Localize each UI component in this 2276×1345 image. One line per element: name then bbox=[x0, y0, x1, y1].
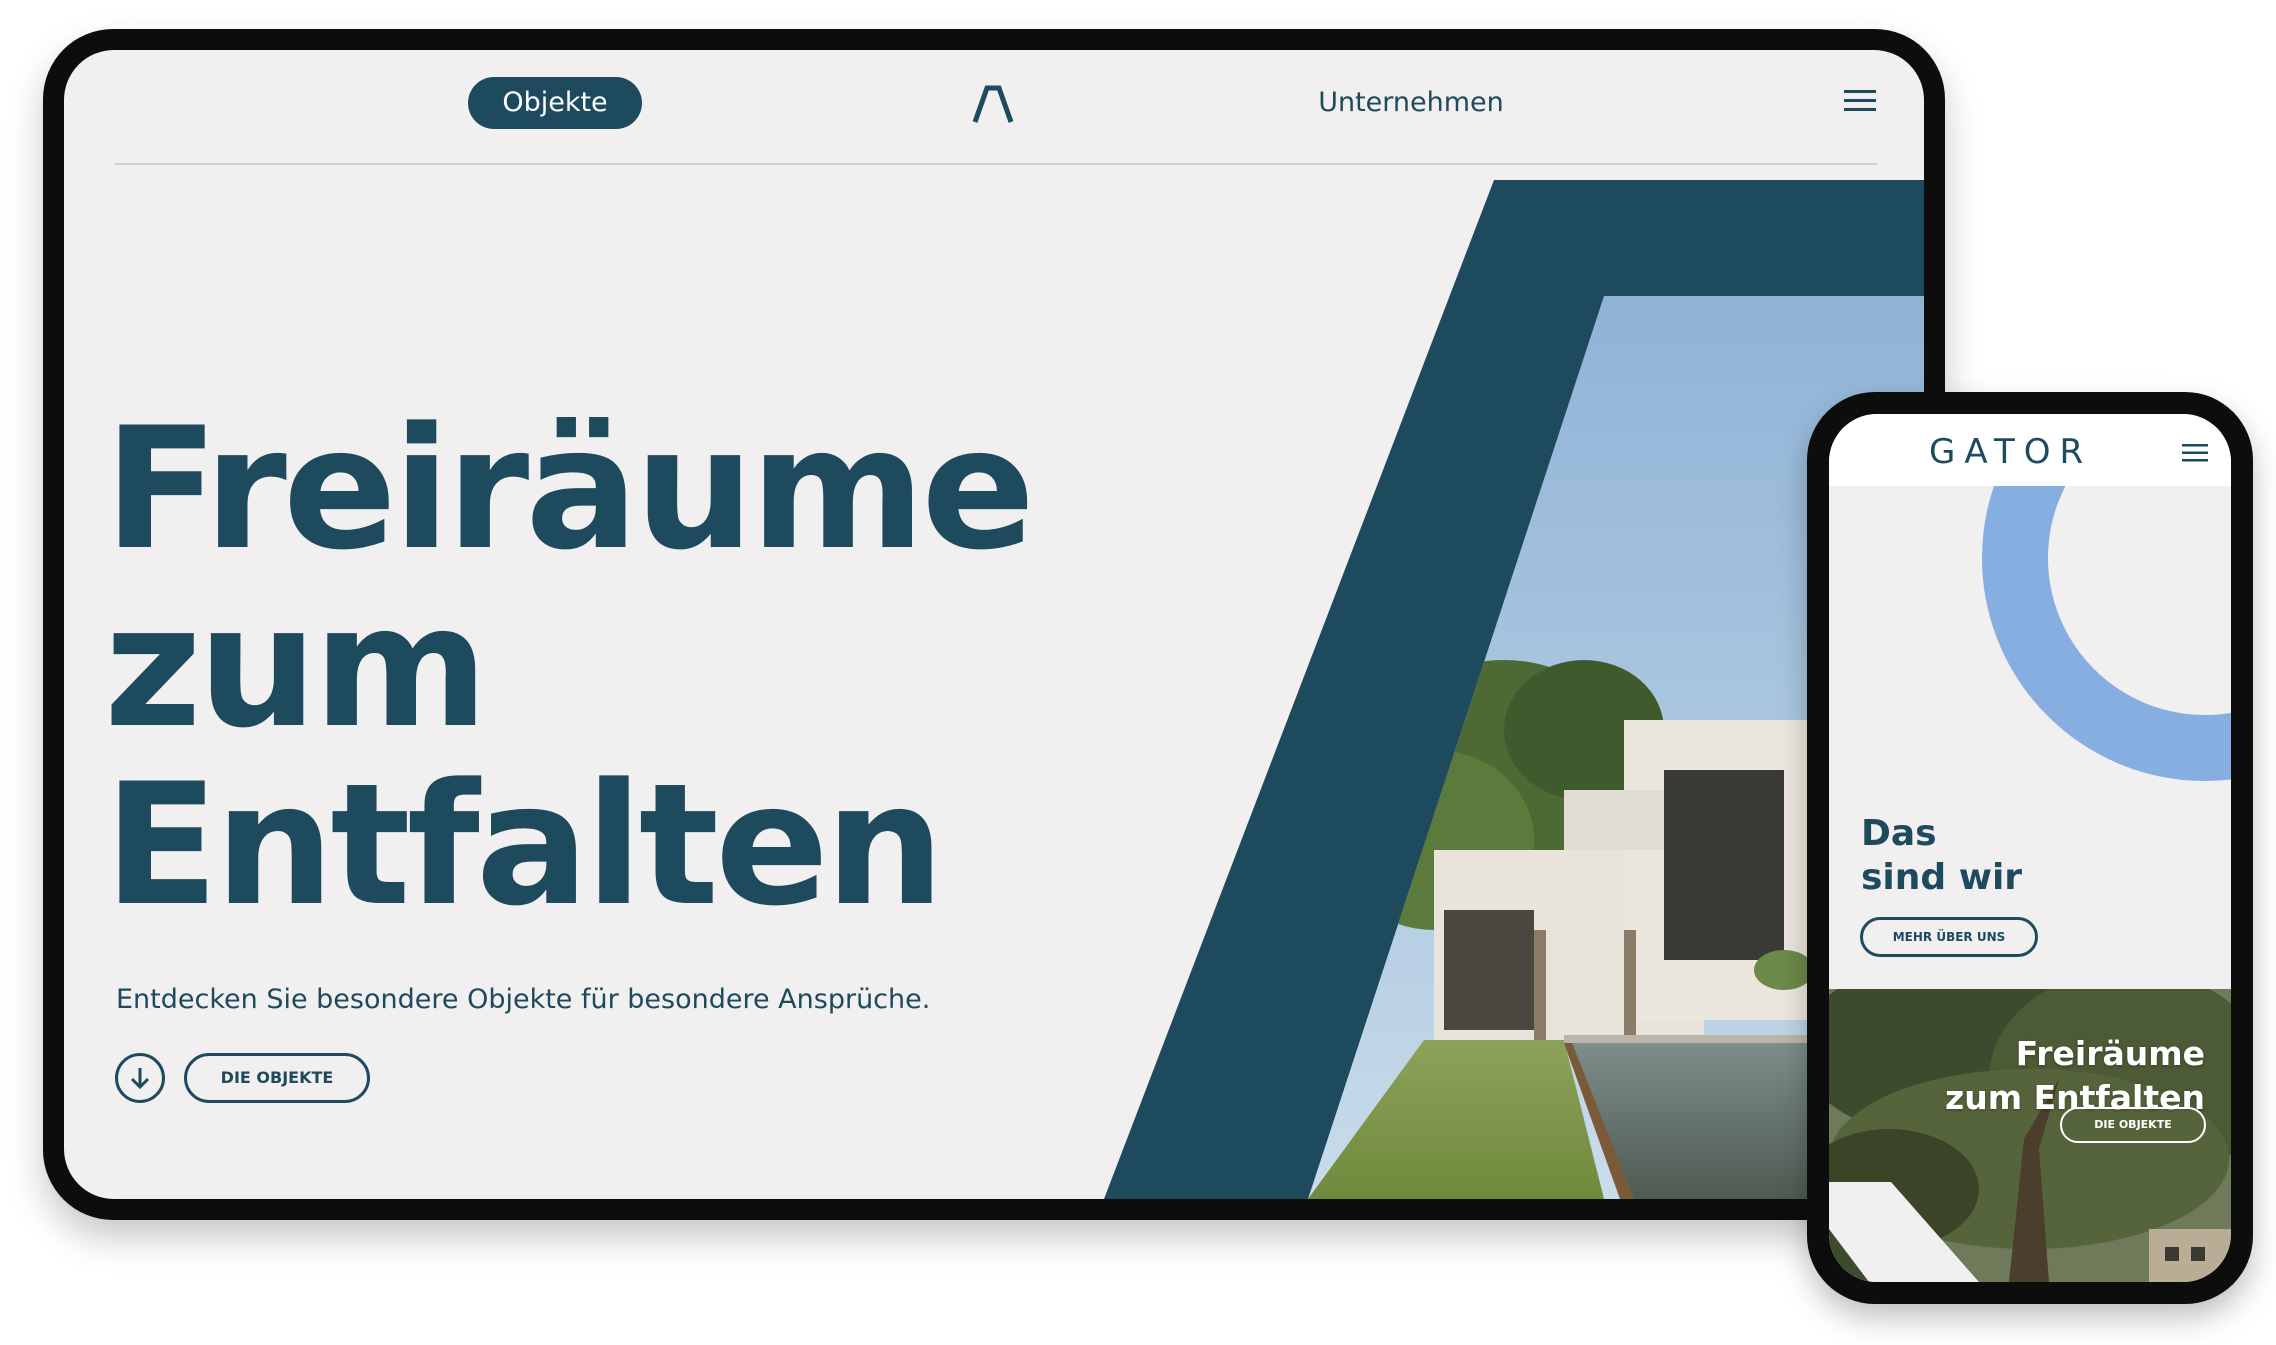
about-us-button[interactable]: MEHR ÜBER UNS bbox=[1860, 917, 2038, 957]
decorative-ring bbox=[1982, 486, 2231, 781]
phone-objects-button[interactable]: DIE OBJEKTE bbox=[2060, 1107, 2206, 1143]
hero-line-3: Entfalten bbox=[104, 747, 945, 943]
phone-header: GATOR bbox=[1829, 414, 2231, 486]
hamburger-menu-icon[interactable] bbox=[2182, 444, 2208, 462]
objects-cta-button[interactable]: DIE OBJEKTE bbox=[184, 1053, 370, 1103]
phone-device-frame: GATOR Das sind wir MEHR ÜBER UNS Freiräu… bbox=[1807, 392, 2253, 1304]
tablet-device-frame: Objekte Unternehmen Freiräume zum Entfal… bbox=[43, 29, 1945, 1220]
about-title-line-1: Das bbox=[1861, 813, 1937, 854]
about-title-line-2: sind wir bbox=[1861, 857, 2023, 898]
nav-company-link[interactable]: Unternehmen bbox=[1296, 86, 1526, 120]
phone-screen: GATOR Das sind wir MEHR ÜBER UNS Freiräu… bbox=[1829, 414, 2231, 1282]
about-section-title: Das sind wir bbox=[1861, 812, 2161, 900]
header-divider bbox=[115, 163, 1877, 165]
hero-line-1: Freiräume bbox=[104, 391, 1035, 587]
phone-hero-line-1: Freiräume bbox=[2015, 1034, 2205, 1073]
hero-line-2: zum bbox=[104, 569, 488, 765]
arrow-down-icon bbox=[130, 1068, 150, 1090]
tablet-screen: Objekte Unternehmen Freiräume zum Entfal… bbox=[64, 50, 1924, 1199]
nav-objects-button[interactable]: Objekte bbox=[468, 77, 642, 129]
scroll-down-button[interactable] bbox=[115, 1053, 165, 1103]
lambda-logo-icon[interactable] bbox=[971, 84, 1015, 124]
hamburger-menu-icon[interactable] bbox=[1844, 88, 1876, 114]
hero-headline: Freiräume zum Entfalten bbox=[104, 391, 1035, 943]
hero-subtitle: Entdecken Sie besondere Objekte für beso… bbox=[116, 984, 931, 1015]
gator-logo[interactable]: GATOR bbox=[1929, 432, 2139, 472]
